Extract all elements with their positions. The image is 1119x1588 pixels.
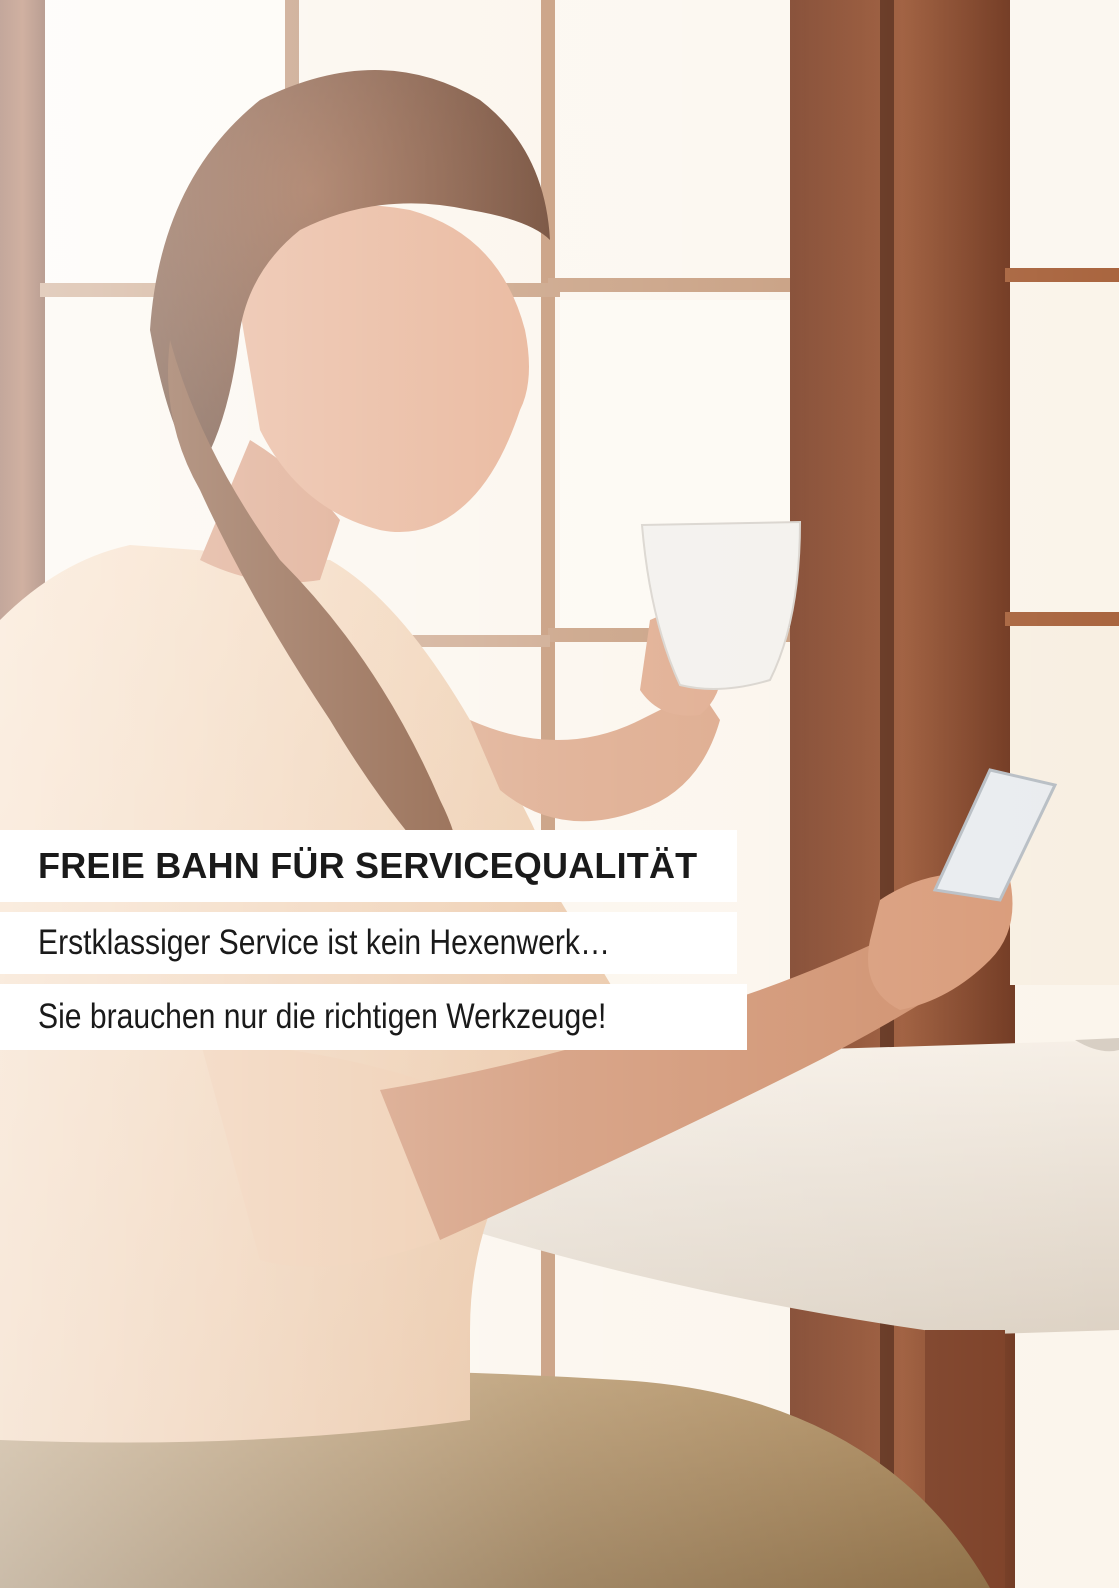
headline-text: FREIE BAHN FÜR SERVICEQUALITÄT [38, 845, 698, 886]
tagline-banner-2: Sie brauchen nur die richtigen Werkzeuge… [0, 984, 747, 1050]
background-photo [0, 0, 1119, 1588]
tagline-1-text: Erstklassiger Service ist kein Hexenwerk… [38, 923, 611, 962]
tagline-banner-1: Erstklassiger Service ist kein Hexenwerk… [0, 912, 737, 974]
headline-banner: FREIE BAHN FÜR SERVICEQUALITÄT [0, 830, 737, 902]
light-haze [0, 0, 1119, 1588]
tagline-2-text: Sie brauchen nur die richtigen Werkzeuge… [38, 997, 607, 1036]
